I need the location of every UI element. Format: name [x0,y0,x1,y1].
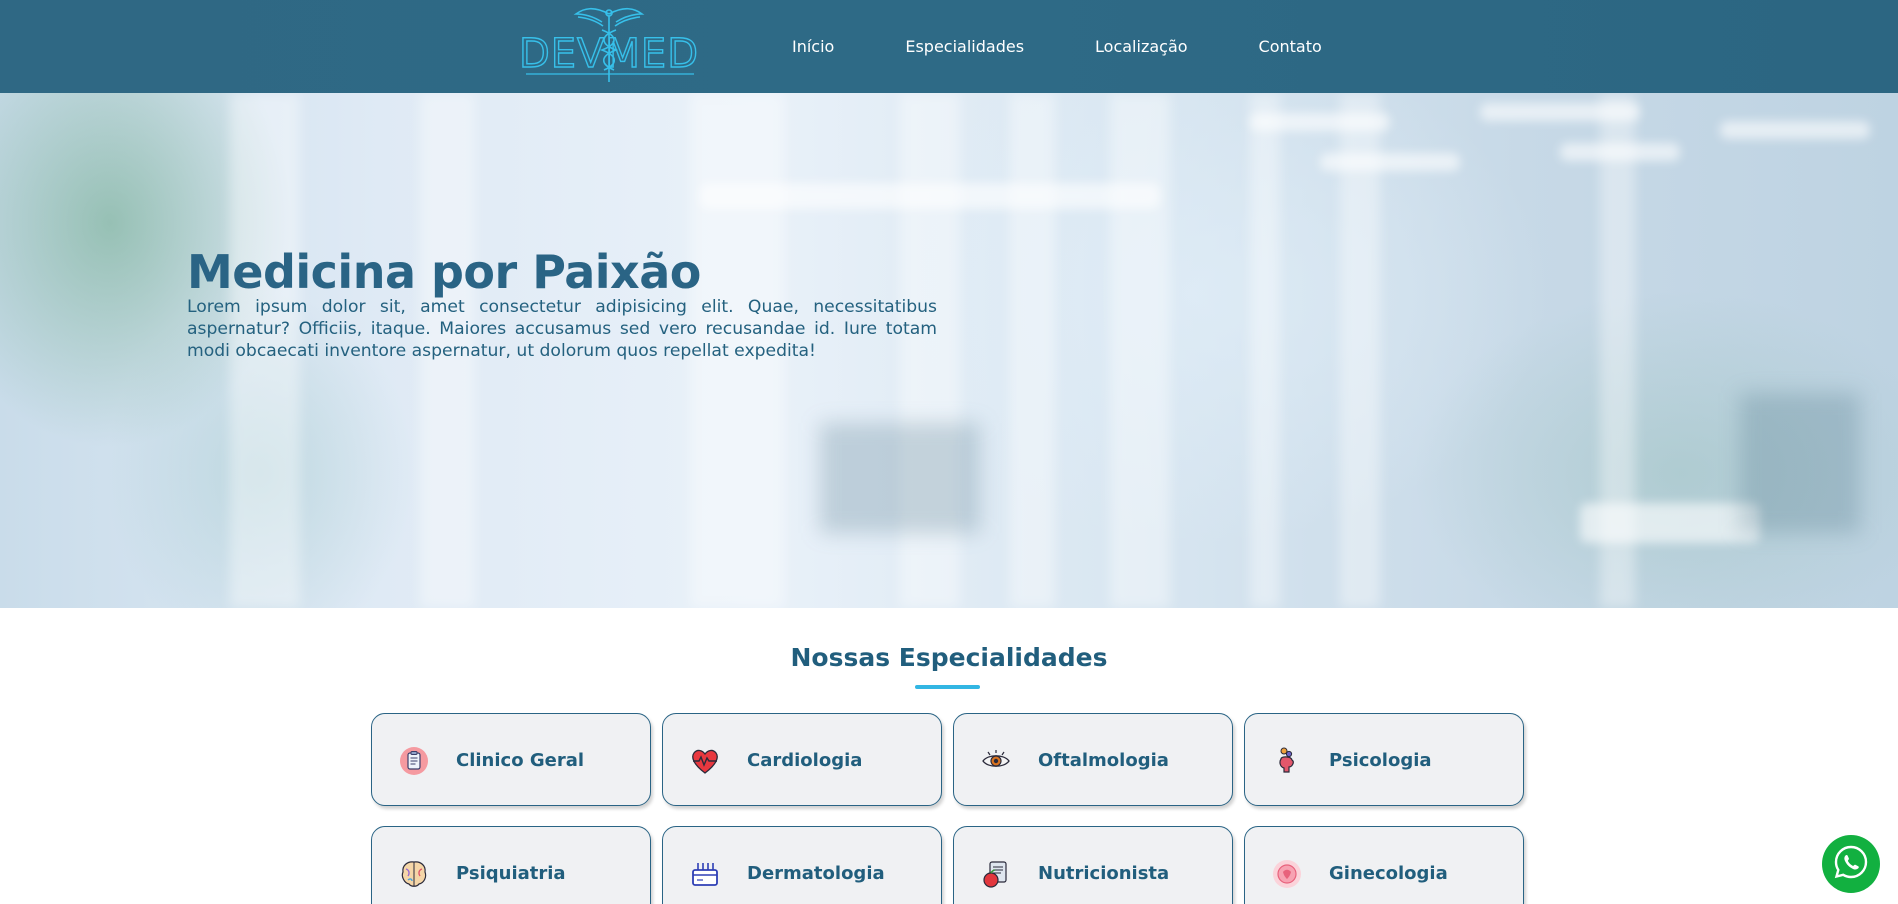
nav-contato[interactable]: Contato [1259,37,1322,56]
nav-especialidades[interactable]: Especialidades [905,37,1024,56]
uterus-icon [1271,858,1303,890]
devmed-logo[interactable]: DEVMED [514,4,704,84]
specialty-card-dermatologia[interactable]: Dermatologia [662,826,942,904]
brain-icon [398,858,430,890]
background-light [1480,103,1640,121]
specialty-label: Psiquiatria [456,863,566,884]
hero-title: Medicina por Paixão [187,245,701,299]
hero-banner: Medicina por Paixão Lorem ipsum dolor si… [0,93,1898,608]
specialty-card-oftalmologia[interactable]: Oftalmologia [953,713,1233,806]
background-light [1320,153,1460,171]
section-title: Nossas Especialidades [790,643,1108,672]
background-light [1720,121,1870,139]
background-column [1250,93,1280,608]
specialty-card-nutricionista[interactable]: Nutricionista [953,826,1233,904]
head-icon [1271,745,1303,777]
specialty-label: Psicologia [1329,750,1432,771]
whatsapp-icon [1831,842,1871,886]
site-header: DEVMED Início Especialidades Localização… [0,0,1898,93]
specialty-card-psiquiatria[interactable]: Psiquiatria [371,826,651,904]
background-light [1250,113,1390,131]
background-light [1560,143,1680,161]
specialty-label: Oftalmologia [1038,750,1169,771]
background-column [1110,93,1170,608]
heart-icon [689,745,721,777]
background-light [1580,503,1760,543]
clipboard-icon [398,745,430,777]
title-underline [915,685,980,689]
specialty-label: Nutricionista [1038,863,1170,884]
hero-description: Lorem ipsum dolor sit, amet consectetur … [187,297,937,361]
specialty-label: Cardiologia [747,750,863,771]
specialty-card-ginecologia[interactable]: Ginecologia [1244,826,1524,904]
svg-text:DEVMED: DEVMED [519,31,699,77]
background-shadow [820,423,980,533]
background-column [1010,93,1055,608]
whatsapp-button[interactable] [1822,835,1880,893]
specialty-label: Dermatologia [747,863,885,884]
specialty-label: Clinico Geral [456,750,585,771]
specialty-card-cardiologia[interactable]: Cardiologia [662,713,942,806]
background-light [700,183,1160,209]
main-nav: Início Especialidades Localização Contat… [770,0,1393,93]
specialty-card-clinico-geral[interactable]: Clinico Geral [371,713,651,806]
specialty-card-psicologia[interactable]: Psicologia [1244,713,1524,806]
background-shadow [1740,393,1860,533]
nutrition-icon [980,858,1012,890]
skin-icon [689,858,721,890]
eye-icon [980,745,1012,777]
nav-inicio[interactable]: Início [792,37,834,56]
specialty-label: Ginecologia [1329,863,1448,884]
nav-localizacao[interactable]: Localização [1095,37,1188,56]
